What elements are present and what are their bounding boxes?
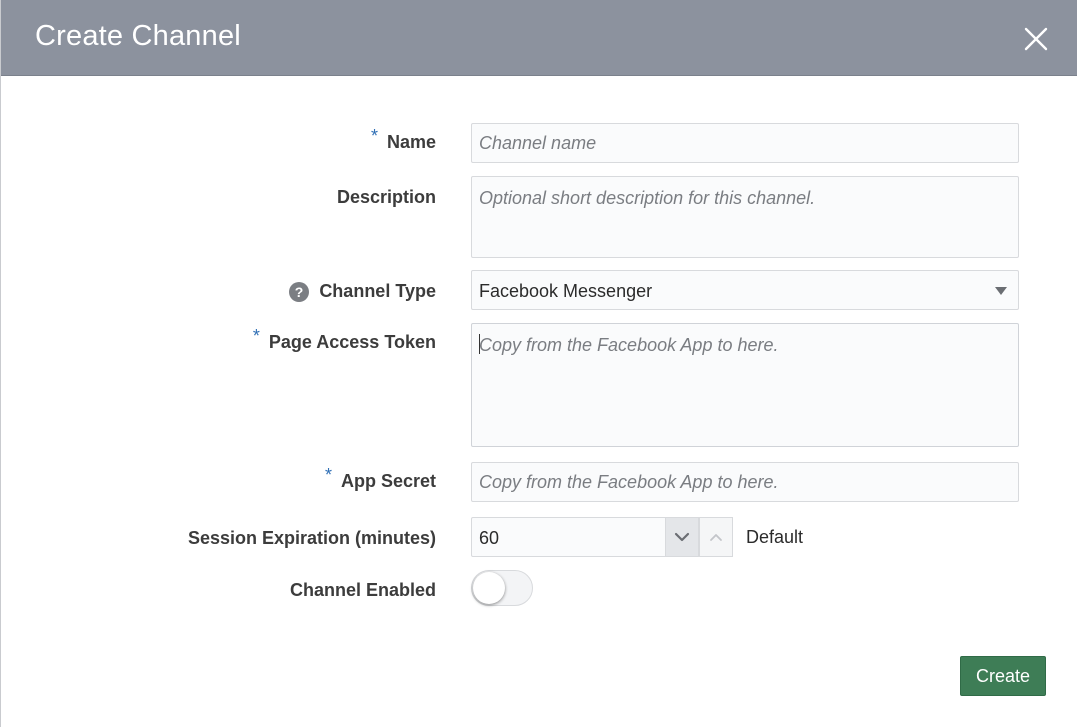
session-expiration-input[interactable]: 60 xyxy=(479,528,499,549)
create-channel-dialog: Create Channel *Name Description ? Chann… xyxy=(0,0,1077,727)
decrement-button[interactable] xyxy=(665,517,699,557)
help-icon[interactable]: ? xyxy=(289,282,309,302)
description-label: Description xyxy=(336,187,436,207)
dialog-title: Create Channel xyxy=(35,20,241,52)
dialog-header: Create Channel xyxy=(1,0,1077,76)
app-secret-input[interactable] xyxy=(471,462,1019,502)
text-cursor xyxy=(479,334,480,354)
name-label: * Name xyxy=(370,126,436,152)
session-expiration-spinner: 60 xyxy=(471,517,733,557)
app-secret-label: * App Secret xyxy=(324,465,436,491)
increment-button[interactable] xyxy=(699,517,733,557)
toggle-knob xyxy=(473,572,505,604)
channel-type-select[interactable]: Facebook Messenger xyxy=(471,270,1019,310)
description-textarea[interactable] xyxy=(471,176,1019,258)
name-input[interactable] xyxy=(471,123,1019,163)
close-button[interactable] xyxy=(1017,20,1055,58)
channel-enabled-toggle[interactable] xyxy=(471,570,533,606)
channel-enabled-label: Channel Enabled xyxy=(289,580,436,600)
required-marker: * xyxy=(252,326,260,346)
required-marker: * xyxy=(324,465,332,485)
create-button[interactable]: Create xyxy=(960,656,1046,696)
page-access-token-textarea[interactable] xyxy=(471,323,1019,447)
close-icon xyxy=(1024,27,1048,51)
channel-type-label: Channel Type xyxy=(319,281,436,301)
default-label: Default xyxy=(746,527,804,547)
page-access-token-label: * Page Access Token xyxy=(252,326,436,352)
chevron-down-icon xyxy=(674,532,690,542)
channel-type-value: Facebook Messenger xyxy=(479,281,653,301)
chevron-up-icon xyxy=(710,534,722,541)
chevron-down-icon xyxy=(995,287,1007,295)
session-expiration-label: Session Expiration (minutes) xyxy=(187,528,436,548)
required-marker: * xyxy=(370,126,378,146)
